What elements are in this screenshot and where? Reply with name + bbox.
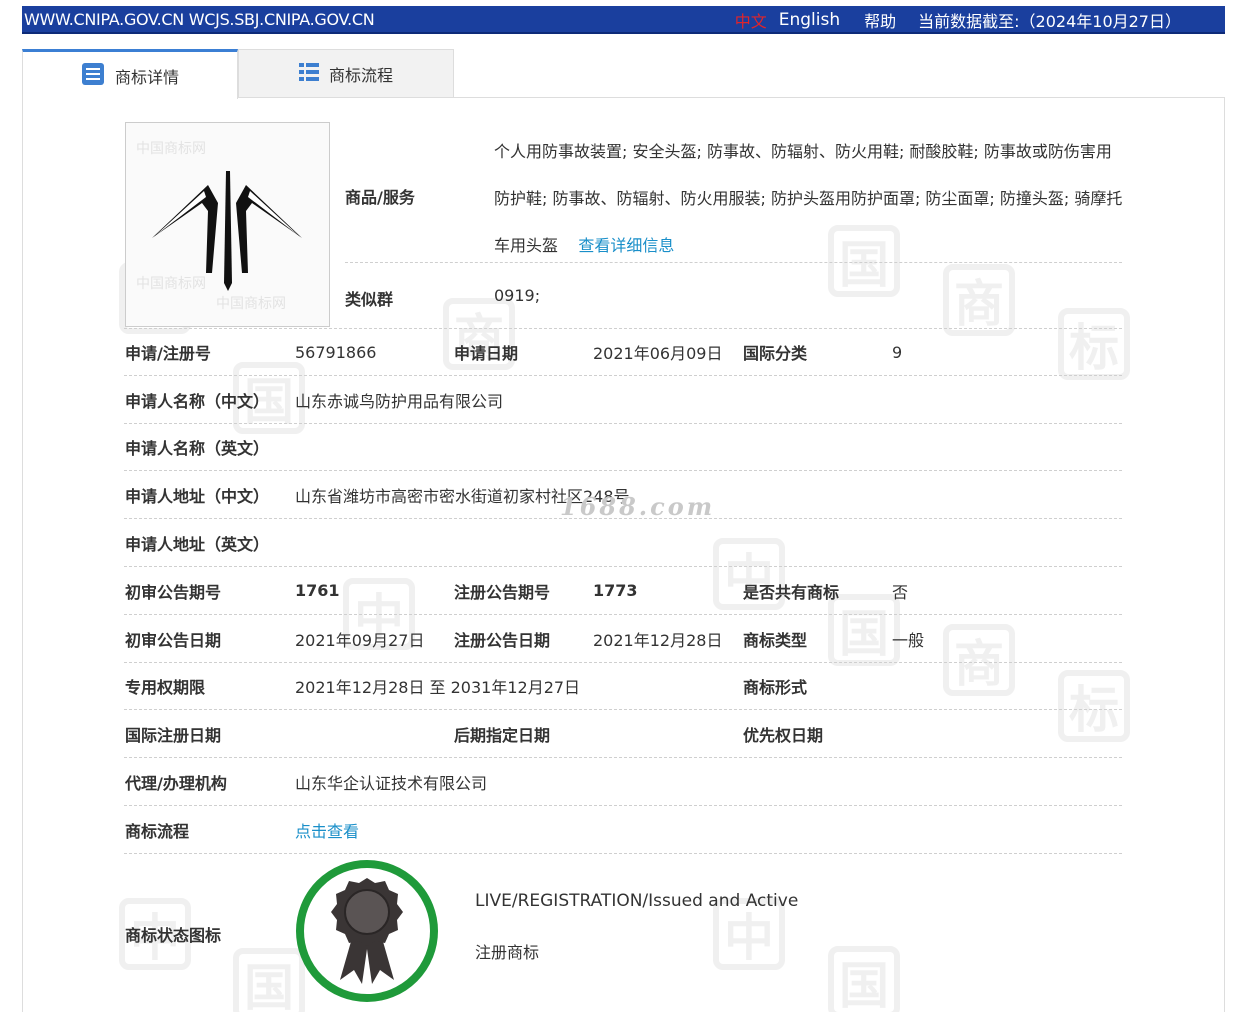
tab-trademark-details[interactable]: 商标详情: [22, 49, 238, 99]
view-process-link[interactable]: 点击查看: [295, 806, 359, 853]
prelim-date-label: 初审公告日期: [125, 630, 222, 650]
top-bar: WWW.CNIPA.GOV.CN WCJS.SBJ.CNIPA.GOV.CN 中…: [22, 6, 1225, 34]
applicant-en-label: 申请人名称（英文）: [125, 439, 270, 458]
table-row: 申请人地址（英文）: [124, 519, 1122, 567]
applicant-cn-label: 申请人名称（中文）: [125, 391, 270, 411]
reg-no-value: 56791866: [295, 342, 377, 362]
later-date-label: 后期指定日期: [454, 725, 551, 745]
table-row: 初审公告期号 1761 注册公告期号 1773 是否共有商标 否: [124, 567, 1122, 615]
similar-group-value: 0919;: [494, 286, 541, 305]
apply-date-label: 申请日期: [454, 344, 519, 363]
table-row: 代理/办理机构 山东华企认证技术有限公司: [124, 758, 1122, 806]
status-icon-label: 商标状态图标: [125, 926, 222, 945]
tm-type-value: 一般: [892, 630, 925, 650]
tab-label: 商标详情: [114, 67, 179, 87]
priority-label: 优先权日期: [743, 725, 824, 745]
site-urls: WWW.CNIPA.GOV.CN WCJS.SBJ.CNIPA.GOV.CN: [24, 9, 375, 29]
reg-pub-no-label: 注册公告期号: [454, 582, 551, 602]
tm-type-label: 商标类型: [743, 630, 808, 650]
address-cn-label: 申请人地址（中文）: [125, 486, 270, 506]
status-en-text: LIVE/REGISTRATION/Issued and Active: [475, 891, 799, 911]
tab-trademark-process[interactable]: 商标流程: [238, 49, 454, 98]
watermark-text: 1688.com: [560, 492, 716, 521]
intl-reg-date-label: 国际注册日期: [125, 725, 222, 745]
table-row: 商标流程 点击查看: [124, 806, 1122, 854]
agent-value: 山东华企认证技术有限公司: [295, 773, 488, 793]
help-link[interactable]: 帮助: [864, 8, 896, 32]
watermark-stamp: 国: [233, 948, 305, 1012]
table-row: 初审公告日期 2021年09月27日 注册公告日期 2021年12月28日 商标…: [124, 615, 1122, 663]
registered-status-icon: [296, 860, 438, 1002]
table-row: 申请/注册号 56791866 申请日期 2021年06月09日 国际分类 9: [124, 328, 1122, 376]
exclusive-value: 2021年12月28日 至 2031年12月27日: [295, 678, 581, 697]
view-details-link[interactable]: 查看详细信息: [578, 236, 674, 255]
document-list-icon: [81, 62, 105, 90]
watermark-stamp: 国: [828, 946, 900, 1012]
top-bar-right: 中文 English 帮助 当前数据截至:（2024年10月27日）: [735, 6, 1225, 34]
table-row: 专用权期限 2021年12月28日 至 2031年12月27日 商标形式: [124, 663, 1122, 710]
lang-chinese-link[interactable]: 中文: [735, 8, 767, 32]
list-icon: [298, 62, 319, 86]
svg-text:中国商标网: 中国商标网: [136, 276, 206, 292]
intl-class-value: 9: [892, 342, 903, 362]
intl-class-label: 国际分类: [743, 344, 808, 363]
address-en-label: 申请人地址（英文）: [125, 534, 270, 554]
tab-label: 商标流程: [328, 66, 393, 85]
prelim-no-value: 1761: [295, 581, 340, 600]
applicant-cn-value: 山东赤诚鸟防护用品有限公司: [295, 391, 504, 411]
agent-label: 代理/办理机构: [125, 773, 227, 793]
reg-pub-date-label: 注册公告日期: [454, 630, 551, 650]
goods-services-text: 个人用防事故装置; 安全头盔; 防事故、防辐射、防火用鞋; 耐酸胶鞋; 防事故或…: [494, 128, 1124, 269]
shared-value: 否: [892, 582, 909, 602]
trademark-image: 中国商标网 中国商标网 中国商标网: [125, 122, 330, 327]
apply-date-value: 2021年06月09日: [593, 344, 723, 363]
table-row: 申请人名称（英文）: [124, 424, 1122, 471]
prelim-date-value: 2021年09月27日: [295, 630, 425, 650]
goods-services-label: 商品/服务: [345, 188, 415, 207]
exclusive-label: 专用权期限: [125, 678, 206, 697]
table-row: 申请人名称（中文） 山东赤诚鸟防护用品有限公司: [124, 376, 1122, 424]
reg-pub-date-value: 2021年12月28日: [593, 630, 723, 650]
status-zh-text: 注册商标: [475, 943, 540, 962]
process-label: 商标流程: [125, 821, 190, 841]
data-cutoff-date: 当前数据截至:（2024年10月27日）: [918, 12, 1181, 31]
tm-form-label: 商标形式: [743, 678, 808, 697]
lang-english-link[interactable]: English: [779, 10, 840, 30]
table-row: 国际注册日期 后期指定日期 优先权日期: [124, 710, 1122, 758]
svg-text:中国商标网: 中国商标网: [216, 296, 286, 312]
svg-text:中国商标网: 中国商标网: [136, 141, 206, 157]
shared-label: 是否共有商标: [743, 582, 840, 602]
tab-bar: 商标详情 商标流程: [22, 49, 454, 99]
reg-pub-no-value: 1773: [593, 581, 638, 600]
similar-group-label: 类似群: [345, 290, 394, 309]
watermark-stamp: 商: [943, 264, 1015, 336]
reg-no-label: 申请/注册号: [125, 344, 211, 363]
prelim-no-label: 初审公告期号: [125, 582, 222, 602]
